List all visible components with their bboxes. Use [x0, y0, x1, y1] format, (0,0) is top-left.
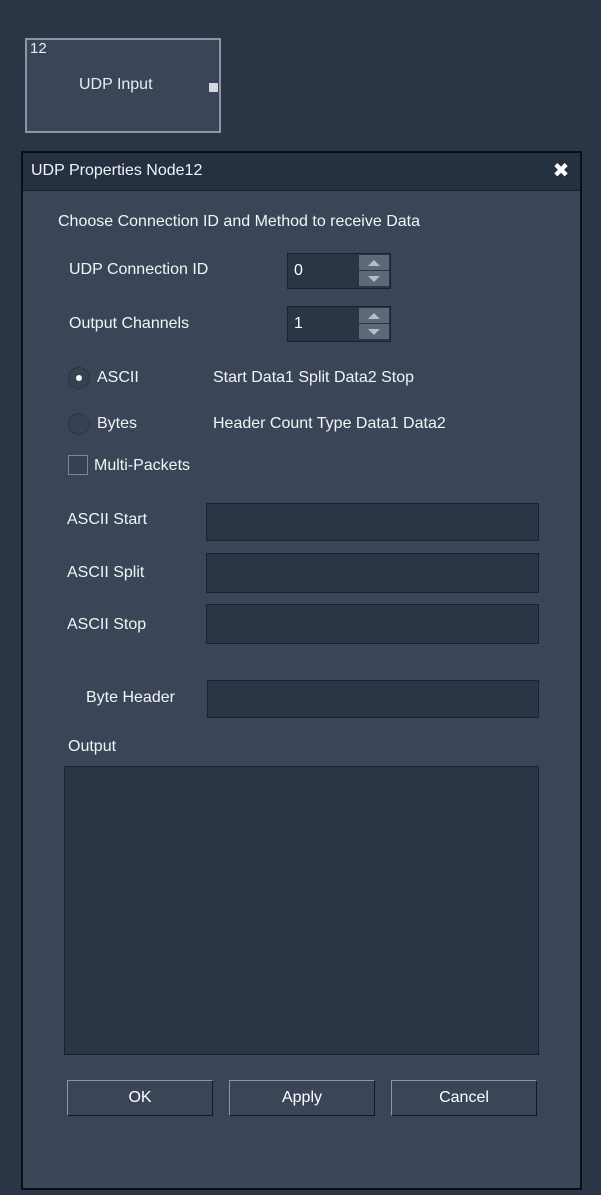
connection-id-label: UDP Connection ID [69, 261, 209, 278]
connection-id-decrement[interactable] [359, 271, 389, 287]
arrow-down-icon [368, 328, 380, 335]
dialog-title: UDP Properties Node12 [31, 162, 203, 179]
output-channels-decrement[interactable] [359, 324, 389, 340]
ascii-start-label: ASCII Start [67, 511, 148, 528]
bytes-radio-label[interactable]: Bytes [97, 415, 137, 433]
output-channels-stepper[interactable]: 1 [287, 306, 391, 342]
byte-header-label: Byte Header [86, 689, 175, 706]
output-label: Output [68, 738, 117, 755]
dialog-titlebar[interactable]: UDP Properties Node12 ✖ [23, 153, 580, 191]
output-channels-increment[interactable] [359, 308, 389, 324]
bytes-format-text: Header Count Type Data1 Data2 [213, 415, 446, 432]
output-channels-value: 1 [294, 315, 303, 332]
cancel-button[interactable]: Cancel [391, 1080, 537, 1116]
apply-button[interactable]: Apply [229, 1080, 375, 1116]
ascii-start-input[interactable] [206, 503, 539, 541]
connection-id-value: 0 [294, 262, 303, 279]
output-port[interactable] [209, 83, 218, 92]
ascii-radio-label[interactable]: ASCII [97, 369, 139, 387]
output-channels-label: Output Channels [69, 315, 190, 332]
ascii-radio[interactable] [68, 367, 90, 389]
output-textarea[interactable] [64, 766, 539, 1055]
ascii-split-input[interactable] [206, 553, 539, 593]
multi-packets-checkbox[interactable] [68, 455, 88, 475]
ascii-stop-label: ASCII Stop [67, 616, 147, 633]
ascii-stop-input[interactable] [206, 604, 539, 644]
close-icon[interactable]: ✖ [550, 160, 572, 182]
ascii-split-label: ASCII Split [67, 564, 145, 581]
connection-id-increment[interactable] [359, 255, 389, 271]
node-label: UDP Input [79, 76, 153, 93]
arrow-up-icon [368, 312, 380, 319]
udp-input-node[interactable]: 12 UDP Input [25, 38, 221, 133]
arrow-down-icon [368, 275, 380, 282]
ascii-format-text: Start Data1 Split Data2 Stop [213, 369, 414, 386]
arrow-up-icon [368, 259, 380, 266]
bytes-radio[interactable] [68, 413, 90, 435]
byte-header-input[interactable] [207, 680, 539, 718]
connection-id-stepper[interactable]: 0 [287, 253, 391, 289]
node-id: 12 [30, 40, 47, 57]
radio-selected-dot [76, 375, 82, 381]
multi-packets-label[interactable]: Multi-Packets [94, 457, 190, 475]
dialog-heading: Choose Connection ID and Method to recei… [58, 213, 420, 230]
ok-button[interactable]: OK [67, 1080, 213, 1116]
